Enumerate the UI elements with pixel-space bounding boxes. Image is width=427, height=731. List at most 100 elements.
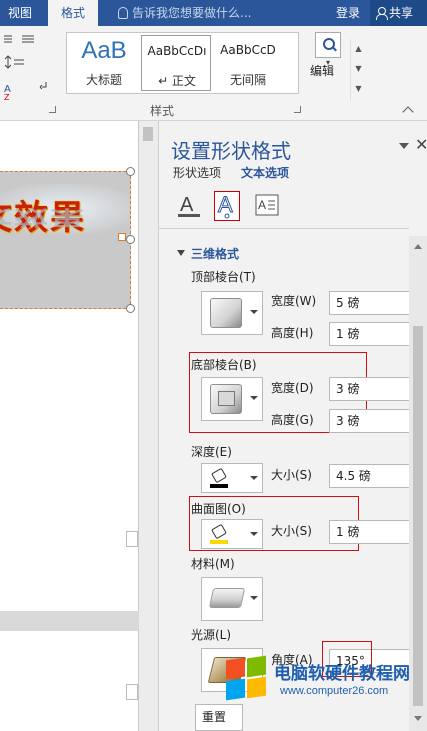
lightbulb-icon (118, 7, 128, 19)
chevron-down-icon (250, 596, 258, 600)
top-height-field[interactable]: 1 磅 (329, 322, 411, 346)
collapse-ribbon-icon[interactable] (402, 106, 414, 118)
scroll-up-icon[interactable] (414, 244, 422, 249)
styles-scroll[interactable]: ▲ ▼ ▼ (350, 39, 366, 101)
style-normal[interactable]: AaBbCcDı ↵ 正文 (141, 35, 211, 91)
bevel-inner (218, 391, 235, 406)
style-no-spacing[interactable]: AaBbCcD 无间隔 (213, 35, 283, 91)
chevron-up-icon[interactable]: ▲ (351, 39, 366, 59)
share-label: 共享 (389, 6, 414, 20)
svg-text:A: A (258, 198, 266, 212)
scrollbar-thumb[interactable] (413, 326, 423, 706)
watermark-url: www.computer26.com (280, 685, 389, 697)
login-button[interactable]: 登录 (336, 0, 360, 26)
material-label: 材料(M) (191, 557, 235, 571)
document-scrollbar[interactable] (139, 121, 158, 731)
title-tab-bar: 视图 格式 告诉我您想要做什么... 登录 共享 (0, 0, 427, 26)
svg-text:A: A (180, 194, 194, 216)
resize-handle[interactable] (126, 235, 135, 244)
page-marker (126, 531, 138, 547)
chevron-down-icon (250, 396, 258, 400)
material-picker[interactable] (201, 577, 263, 621)
depth-color-picker[interactable] (201, 463, 263, 493)
styles-group-label: 样式 (150, 104, 175, 118)
chevron-down-icon (250, 532, 258, 536)
scrollbar-thumb[interactable] (143, 127, 153, 141)
fill-color-icon (210, 467, 230, 488)
dialog-launcher-icon[interactable] (49, 106, 56, 113)
edit-label: 编辑 (310, 64, 335, 78)
layout-options-icon[interactable] (118, 233, 126, 241)
share-button[interactable]: 共享 (370, 0, 427, 26)
resize-handle[interactable] (126, 167, 135, 176)
edit-group[interactable]: 编辑 ▾ (310, 32, 346, 96)
tab-text-options[interactable]: 文本选项 (241, 164, 289, 181)
bevel-preview-icon (210, 298, 242, 328)
bottom-height-field[interactable]: 3 磅 (329, 409, 411, 433)
fill-color-icon (210, 523, 230, 544)
document-page-next[interactable] (0, 631, 139, 731)
bottom-bevel-picker[interactable] (201, 377, 263, 421)
tell-me-search[interactable]: 告诉我您想要做什么... (118, 0, 251, 26)
depth-color-swatch (210, 484, 228, 488)
document-page[interactable]: 文效果 文效果 (0, 121, 139, 611)
document-area: 文效果 文效果 (0, 121, 158, 731)
pane-menu-icon[interactable] (399, 143, 409, 149)
ribbon: A Z AaB 大标题 AaBbCcDı ↵ 正文 AaBbCcD 无间隔 ▲ … (0, 26, 427, 121)
bottom-height-label: 高度(G) (271, 413, 314, 427)
person-icon (376, 7, 388, 20)
contour-color-picker[interactable] (201, 519, 263, 549)
style-heading-label: 大标题 (85, 73, 122, 87)
search-icon[interactable] (315, 32, 341, 58)
resize-handle[interactable] (126, 304, 135, 313)
tab-view[interactable]: 视图 (0, 0, 40, 26)
style-no-spacing-sample: AaBbCcD (220, 43, 276, 57)
contour-size-field[interactable]: 1 磅 (329, 520, 411, 544)
divider (159, 228, 409, 229)
svg-text:A: A (218, 192, 233, 217)
depth-size-label: 大小(S) (271, 468, 312, 482)
wordart-shape[interactable]: 文效果 文效果 (0, 171, 131, 309)
text-box-icon[interactable]: A (255, 193, 279, 217)
windows-logo-icon (226, 655, 268, 701)
wordart-reflection: 文效果 (0, 205, 86, 230)
section-3d-format[interactable]: 三维格式 (177, 245, 239, 262)
more-icon[interactable]: ▼ (351, 79, 366, 99)
depth-size-field[interactable]: 4.5 磅 (329, 464, 411, 488)
style-heading[interactable]: AaB 大标题 (69, 35, 139, 91)
collapse-triangle-icon (177, 250, 185, 256)
paint-bucket-icon (211, 523, 227, 540)
tab-shape-options[interactable]: 形状选项 (173, 164, 221, 181)
tab-format[interactable]: 格式 (48, 0, 98, 26)
styles-gallery: AaB 大标题 AaBbCcDı ↵ 正文 AaBbCcD 无间隔 ▲ ▼ ▼ (66, 32, 362, 101)
watermark-title: 电脑软硬件教程网 (274, 664, 410, 684)
pane-title: 设置形状格式 (171, 139, 291, 163)
chevron-down-icon (250, 310, 258, 314)
chevron-down-icon (250, 476, 258, 480)
format-shape-pane: 设置形状格式 ✕ 形状选项 文本选项 A A A 三维格式 顶部棱台(T) 宽度… (158, 121, 427, 731)
style-no-spacing-label: 无间隔 (229, 73, 266, 87)
close-icon[interactable]: ✕ (415, 135, 427, 154)
section-3d-format-label: 三维格式 (191, 247, 240, 261)
top-height-label: 高度(H) (271, 326, 314, 340)
contour-size-label: 大小(S) (271, 524, 312, 538)
style-normal-sample: AaBbCcDı (147, 44, 207, 58)
top-width-label: 宽度(W) (271, 294, 317, 308)
lighting-label: 光源(L) (191, 628, 232, 642)
styles-launcher-icon[interactable] (294, 106, 301, 113)
page-marker (126, 684, 138, 700)
bottom-bevel-label: 底部棱台(B) (191, 358, 257, 372)
style-normal-label: ↵ 正文 (158, 74, 196, 88)
bottom-width-label: 宽度(D) (271, 381, 314, 395)
scroll-down-icon[interactable] (414, 716, 422, 721)
top-width-field[interactable]: 5 磅 (329, 291, 411, 315)
paint-bucket-icon (211, 467, 227, 484)
chevron-down-icon[interactable]: ▼ (351, 59, 366, 79)
text-effects-icon[interactable]: A (214, 191, 240, 221)
paragraph-tools-icons[interactable]: A Z (0, 32, 60, 102)
text-fill-outline-icon[interactable]: A (177, 193, 201, 219)
style-heading-sample: AaB (81, 37, 127, 64)
depth-label: 深度(E) (191, 445, 232, 459)
bottom-width-field[interactable]: 3 磅 (329, 377, 411, 401)
top-bevel-picker[interactable] (201, 291, 263, 335)
